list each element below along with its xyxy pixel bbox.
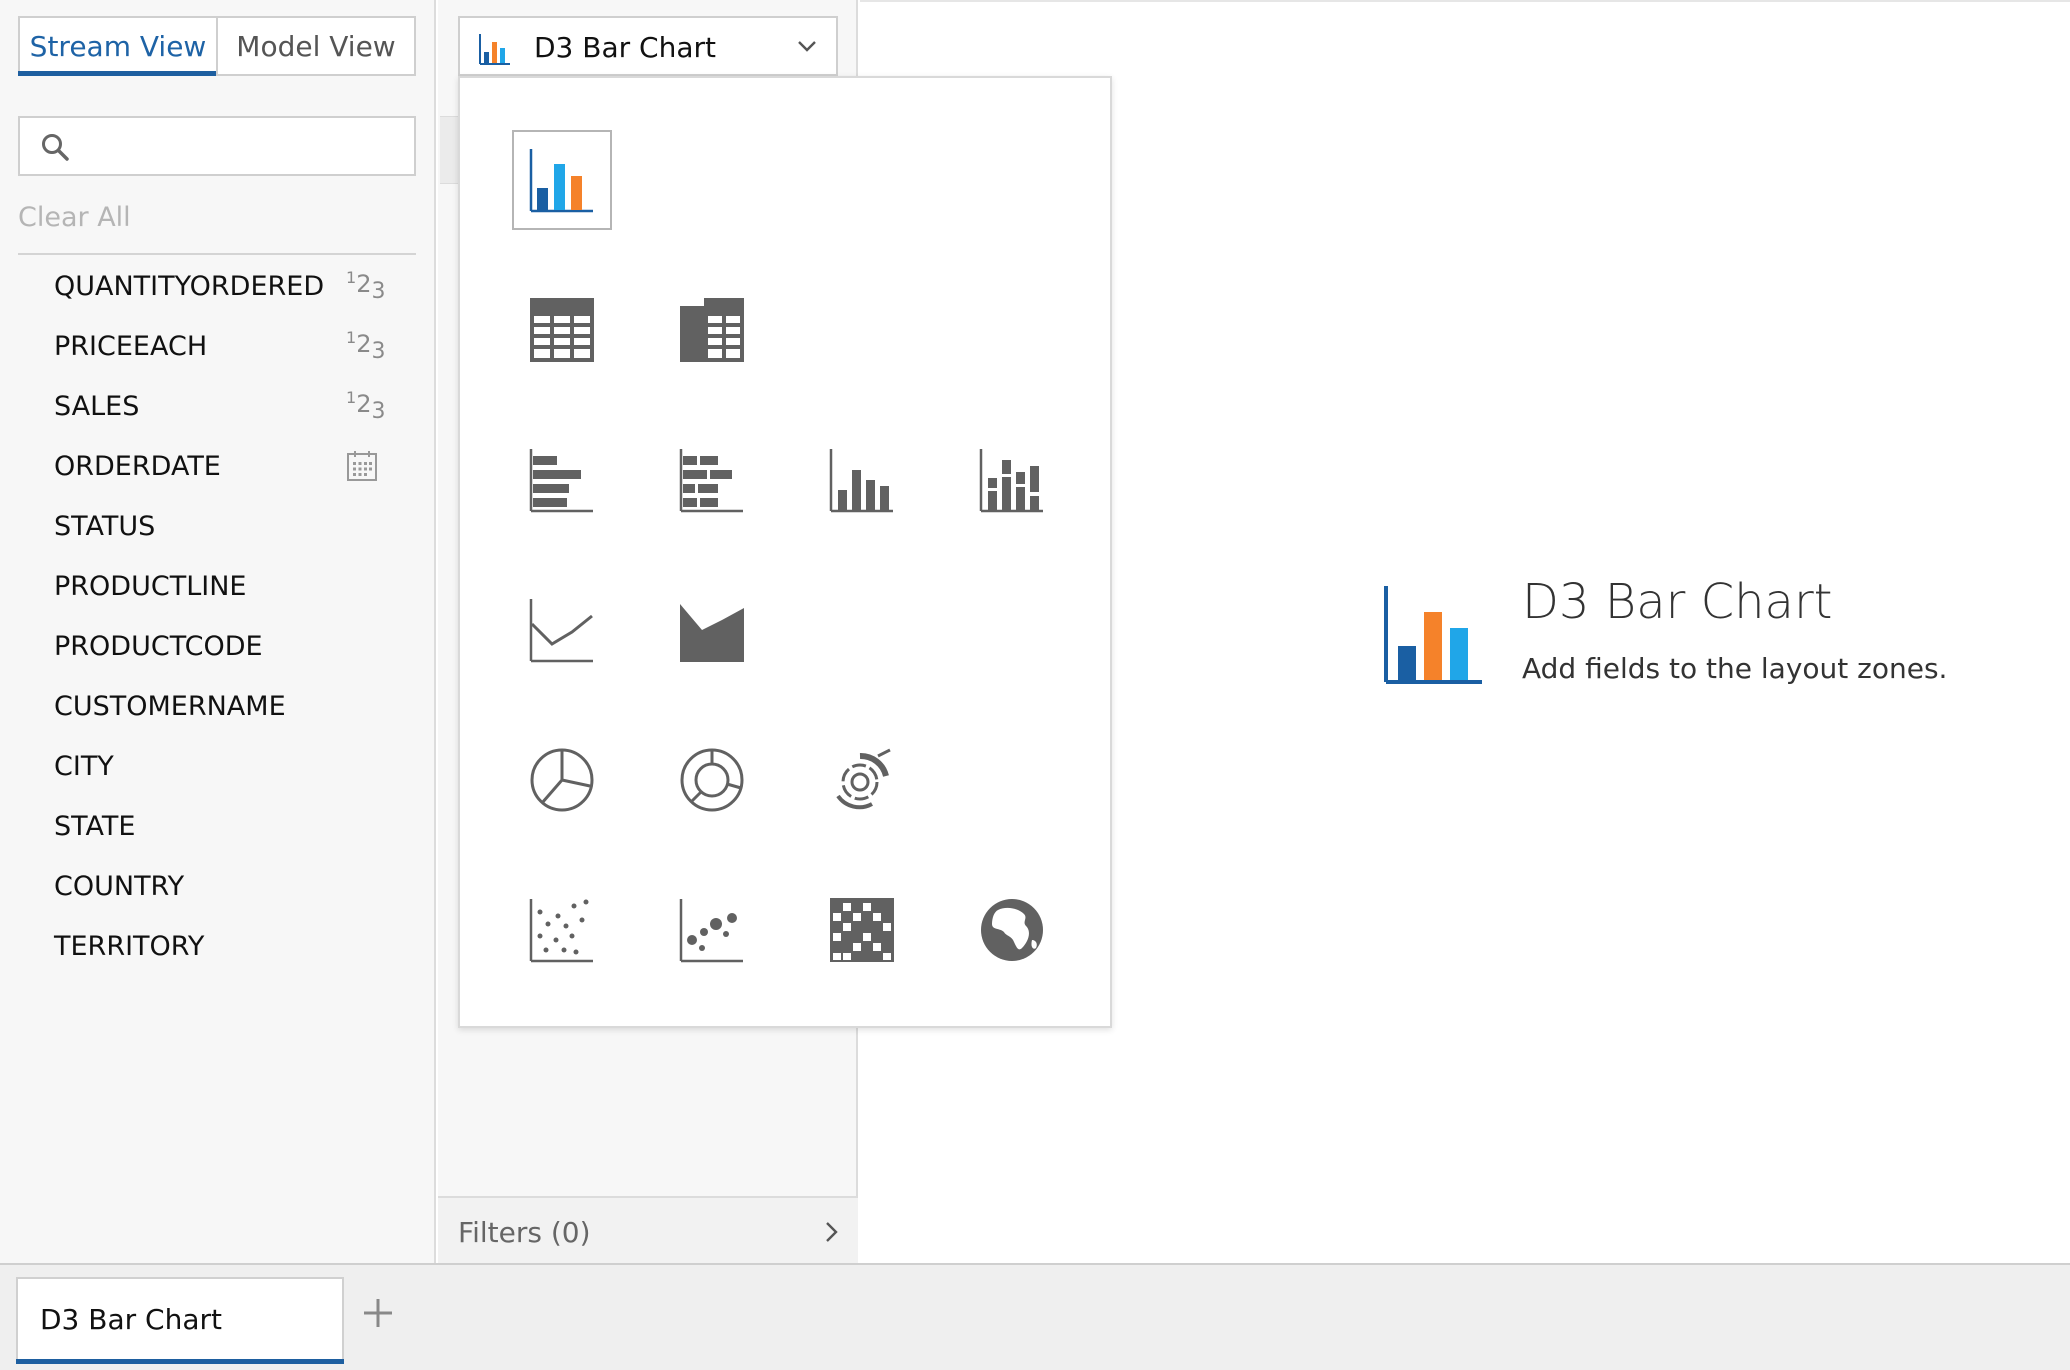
chart-option-stacked-column[interactable] bbox=[962, 430, 1062, 530]
data-source-panel: Stream View Model View Clear All QUANTIT… bbox=[0, 0, 436, 1263]
empty-state-subtitle: Add fields to the layout zones. bbox=[1522, 652, 1948, 685]
bubble-chart-icon bbox=[679, 899, 743, 963]
calendar-icon bbox=[347, 451, 377, 481]
search-input[interactable] bbox=[86, 126, 406, 166]
field-name: STATUS bbox=[54, 510, 156, 542]
heatmap-icon bbox=[830, 898, 894, 962]
field-item-productcode[interactable]: PRODUCTCODE bbox=[0, 616, 420, 676]
bar-chart-icon bbox=[479, 34, 510, 65]
field-name: PRODUCTCODE bbox=[54, 630, 263, 662]
chart-option-table[interactable] bbox=[512, 280, 612, 380]
chart-option-donut[interactable] bbox=[662, 730, 762, 830]
chart-option-bubble[interactable] bbox=[662, 880, 762, 980]
view-tabs: Stream View Model View bbox=[18, 16, 416, 76]
field-item-state[interactable]: STATE bbox=[0, 796, 420, 856]
chart-option-area[interactable] bbox=[662, 580, 762, 680]
field-name: PRODUCTLINE bbox=[54, 570, 247, 602]
field-name: PRICEEACH bbox=[54, 330, 208, 362]
area-chart-icon bbox=[680, 604, 744, 662]
field-item-orderdate[interactable]: ORDERDATE bbox=[0, 436, 420, 496]
chart-option-crosstab[interactable] bbox=[662, 280, 762, 380]
field-name: COUNTRY bbox=[54, 870, 185, 902]
scatter-plot-icon bbox=[529, 899, 593, 963]
table-icon bbox=[530, 298, 594, 362]
numeric-type-icon: 123 bbox=[346, 328, 386, 364]
field-item-status[interactable]: STATUS bbox=[0, 496, 420, 556]
column-chart-icon bbox=[829, 449, 893, 513]
field-item-sales[interactable]: SALES 123 bbox=[0, 376, 420, 436]
field-name: CITY bbox=[54, 750, 114, 782]
field-item-country[interactable]: COUNTRY bbox=[0, 856, 420, 916]
field-name: SALES bbox=[54, 390, 140, 422]
filters-bar[interactable]: Filters (0) bbox=[438, 1196, 858, 1263]
chart-option-column[interactable] bbox=[812, 430, 912, 530]
chart-option-stacked-horizontal-bar[interactable] bbox=[662, 430, 762, 530]
d3-bar-chart-icon bbox=[529, 149, 593, 213]
tab-model-view[interactable]: Model View bbox=[216, 18, 414, 74]
chart-type-label: D3 Bar Chart bbox=[534, 31, 716, 64]
chart-option-line[interactable] bbox=[512, 580, 612, 680]
filters-label: Filters (0) bbox=[458, 1216, 591, 1249]
field-search-box[interactable] bbox=[18, 116, 416, 176]
field-item-priceeach[interactable]: PRICEEACH 123 bbox=[0, 316, 420, 376]
chart-type-dropdown[interactable]: D3 Bar Chart bbox=[458, 16, 838, 76]
bar-chart-icon bbox=[1384, 586, 1482, 684]
geo-map-icon bbox=[981, 899, 1043, 961]
field-name: TERRITORY bbox=[54, 930, 205, 962]
field-item-customername[interactable]: CUSTOMERNAME bbox=[0, 676, 420, 736]
chevron-right-icon bbox=[826, 1222, 838, 1242]
horizontal-bar-icon bbox=[529, 449, 593, 513]
field-list: QUANTITYORDERED 123 PRICEEACH 123 SALES … bbox=[0, 256, 420, 976]
report-tab-label: D3 Bar Chart bbox=[40, 1303, 222, 1336]
empty-state-title: D3 Bar Chart bbox=[1522, 574, 1833, 630]
chart-type-menu bbox=[458, 76, 1112, 1028]
tab-stream-view[interactable]: Stream View bbox=[18, 18, 216, 76]
report-tab-d3-bar-chart[interactable]: D3 Bar Chart bbox=[16, 1277, 344, 1364]
field-name: ORDERDATE bbox=[54, 450, 221, 482]
pie-chart-icon bbox=[530, 748, 594, 812]
plus-icon[interactable] bbox=[358, 1293, 398, 1333]
chart-option-pie[interactable] bbox=[512, 730, 612, 830]
report-tab-bar: D3 Bar Chart bbox=[0, 1263, 2070, 1370]
chart-option-scatter[interactable] bbox=[512, 880, 612, 980]
field-item-productline[interactable]: PRODUCTLINE bbox=[0, 556, 420, 616]
field-item-territory[interactable]: TERRITORY bbox=[0, 916, 420, 976]
stacked-column-chart-icon bbox=[979, 449, 1043, 513]
numeric-type-icon: 123 bbox=[346, 268, 386, 304]
field-name: CUSTOMERNAME bbox=[54, 690, 286, 722]
field-name: QUANTITYORDERED bbox=[54, 270, 325, 302]
field-item-city[interactable]: CITY bbox=[0, 736, 420, 796]
field-item-quantityordered[interactable]: QUANTITYORDERED 123 bbox=[0, 256, 420, 316]
search-icon bbox=[42, 134, 69, 161]
numeric-type-icon: 123 bbox=[346, 388, 386, 424]
chart-option-heatmap[interactable] bbox=[812, 880, 912, 980]
chart-option-d3-bar[interactable] bbox=[512, 130, 612, 230]
sunburst-chart-icon bbox=[836, 748, 891, 810]
line-chart-icon bbox=[529, 599, 593, 663]
chart-option-geo-map[interactable] bbox=[962, 880, 1062, 980]
chevron-down-icon bbox=[798, 41, 816, 52]
donut-chart-icon bbox=[680, 748, 744, 812]
layout-zone-strip bbox=[440, 116, 460, 184]
divider bbox=[18, 253, 416, 255]
chart-option-horizontal-bar[interactable] bbox=[512, 430, 612, 530]
crosstab-table-icon bbox=[680, 298, 744, 362]
stacked-horizontal-bar-icon bbox=[679, 449, 743, 513]
clear-all-link[interactable]: Clear All bbox=[18, 202, 131, 233]
field-name: STATE bbox=[54, 810, 136, 842]
chart-option-sunburst[interactable] bbox=[812, 730, 912, 830]
